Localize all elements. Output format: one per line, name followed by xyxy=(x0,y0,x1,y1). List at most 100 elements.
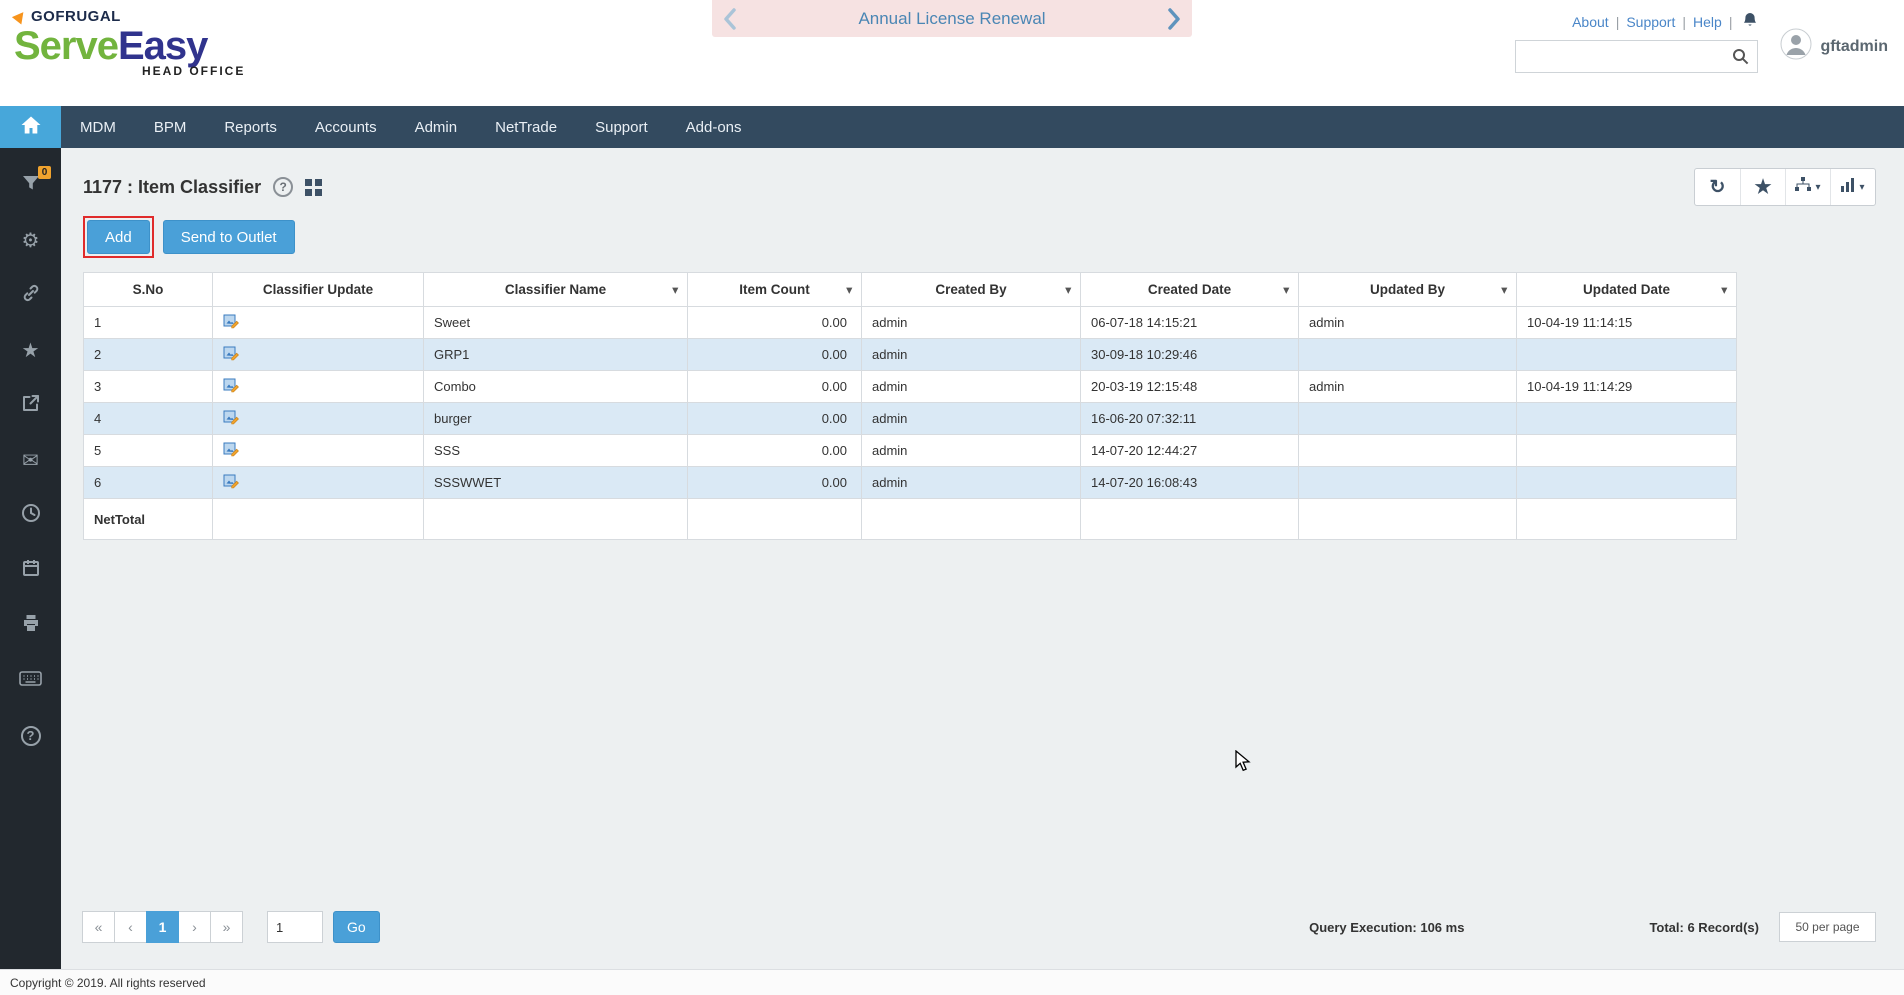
export-button[interactable] xyxy=(0,543,61,598)
sort-caret-icon[interactable]: ▾ xyxy=(1065,283,1071,296)
last-page-button[interactable]: » xyxy=(210,911,243,943)
shortcuts-button[interactable] xyxy=(0,653,61,708)
prev-page-button[interactable]: ‹ xyxy=(114,911,147,943)
classifier-update-icon[interactable] xyxy=(223,473,239,489)
gear-icon: ⚙ xyxy=(21,229,40,252)
column-label: Created Date xyxy=(1147,282,1232,297)
username-label: gftadmin xyxy=(1820,37,1888,55)
support-link[interactable]: Support xyxy=(1626,14,1675,30)
history-button[interactable] xyxy=(0,488,61,543)
sort-caret-icon[interactable]: ▾ xyxy=(1501,283,1507,296)
banner-next-icon[interactable] xyxy=(1168,7,1180,30)
cell-created-date: 16-06-20 07:32:11 xyxy=(1080,402,1299,435)
mail-button[interactable]: ✉ xyxy=(0,433,61,488)
go-button[interactable]: Go xyxy=(333,911,380,943)
brand-line: GOFRUGAL xyxy=(11,8,245,25)
wordmark-easy: Easy xyxy=(117,24,208,68)
refresh-button[interactable]: ↻ xyxy=(1695,169,1740,205)
nav-item-support[interactable]: Support xyxy=(576,106,667,148)
cell-sno: 3 xyxy=(83,370,213,403)
column-header-classifier-name[interactable]: Classifier Name ▾ xyxy=(423,272,688,307)
query-execution-label: Query Execution: 106 ms xyxy=(1309,919,1465,935)
page-grid-icon[interactable] xyxy=(305,178,323,196)
table-row[interactable]: 3 Combo 0.00 admin 20-03-19 12:15:48 adm… xyxy=(83,370,1737,403)
user-menu[interactable]: gftadmin xyxy=(1780,28,1888,65)
brand-name: GOFRUGAL xyxy=(31,8,121,25)
nav-item-nettrade[interactable]: NetTrade xyxy=(476,106,576,148)
column-header-updated-date[interactable]: Updated Date ▾ xyxy=(1516,272,1737,307)
next-page-button[interactable]: › xyxy=(178,911,211,943)
per-page-select[interactable]: 50 per page xyxy=(1779,912,1876,942)
cell-updated-date xyxy=(1516,466,1737,499)
link-separator: | xyxy=(1682,14,1687,30)
calendar-export-icon xyxy=(21,558,41,583)
home-button[interactable] xyxy=(0,106,61,148)
keyboard-icon xyxy=(19,670,42,692)
add-button[interactable]: Add xyxy=(87,220,150,254)
cell-empty xyxy=(212,498,424,540)
nav-item-admin[interactable]: Admin xyxy=(396,106,477,148)
help-link[interactable]: Help xyxy=(1693,14,1722,30)
links-button[interactable] xyxy=(0,268,61,323)
table-row[interactable]: 2 GRP1 0.00 admin 30-09-18 10:29:46 xyxy=(83,338,1737,371)
cell-created-by: admin xyxy=(861,434,1081,467)
column-header-created-date[interactable]: Created Date ▾ xyxy=(1080,272,1299,307)
current-page-button[interactable]: 1 xyxy=(146,911,179,943)
column-label: Item Count xyxy=(739,282,810,297)
classifier-update-icon[interactable] xyxy=(223,409,239,425)
column-header-item-count[interactable]: Item Count ▾ xyxy=(687,272,862,307)
nav-item-mdm[interactable]: MDM xyxy=(61,106,135,148)
link-separator: | xyxy=(1615,14,1620,30)
nav-item-bpm[interactable]: BPM xyxy=(135,106,206,148)
nav-item-addons[interactable]: Add-ons xyxy=(667,106,761,148)
cell-empty xyxy=(1298,498,1517,540)
notification-bell-icon[interactable] xyxy=(1742,12,1758,32)
banner-prev-icon[interactable] xyxy=(724,7,736,30)
page-help-icon[interactable]: ? xyxy=(273,177,294,197)
table-row[interactable]: 1 Sweet 0.00 admin 06-07-18 14:15:21 adm… xyxy=(83,306,1737,339)
top-header: GOFRUGAL ServeEasy HEAD OFFICE Annual Li… xyxy=(0,0,1904,106)
classifier-update-icon[interactable] xyxy=(223,377,239,393)
mail-icon: ✉ xyxy=(22,449,39,472)
sort-caret-icon[interactable]: ▾ xyxy=(1721,283,1727,296)
first-page-button[interactable]: « xyxy=(82,911,115,943)
classifier-update-icon[interactable] xyxy=(223,441,239,457)
banner-text[interactable]: Annual License Renewal xyxy=(736,9,1168,29)
cell-updated-by xyxy=(1298,466,1517,499)
favorite-button[interactable]: ★ xyxy=(1740,169,1785,205)
cell-updated-by: admin xyxy=(1298,370,1517,403)
sort-caret-icon[interactable]: ▾ xyxy=(846,283,852,296)
favorites-button[interactable]: ★ xyxy=(0,323,61,378)
chart-view-button[interactable]: ▾ xyxy=(1830,169,1875,205)
filter-button[interactable]: 0 xyxy=(0,158,61,213)
cell-updated-date: 10-04-19 11:14:15 xyxy=(1516,306,1737,339)
sort-caret-icon[interactable]: ▾ xyxy=(1283,283,1289,296)
share-button[interactable] xyxy=(0,378,61,433)
nav-item-accounts[interactable]: Accounts xyxy=(296,106,396,148)
search-icon[interactable] xyxy=(1732,48,1749,65)
cell-sno: 1 xyxy=(83,306,213,339)
print-button[interactable] xyxy=(0,598,61,653)
search-input[interactable] xyxy=(1524,49,1733,64)
send-to-outlet-button[interactable]: Send to Outlet xyxy=(162,220,295,254)
cell-created-date: 06-07-18 14:15:21 xyxy=(1080,306,1299,339)
column-header-updated-by[interactable]: Updated By ▾ xyxy=(1298,272,1517,307)
sitemap-icon xyxy=(1795,177,1812,197)
settings-button[interactable]: ⚙ xyxy=(0,213,61,268)
hierarchy-view-button[interactable]: ▾ xyxy=(1785,169,1830,205)
table-row[interactable]: 6 SSSWWET 0.00 admin 14-07-20 16:08:43 xyxy=(83,466,1737,499)
table-row[interactable]: 4 burger 0.00 admin 16-06-20 07:32:11 xyxy=(83,402,1737,435)
classifier-update-icon[interactable] xyxy=(223,345,239,361)
print-icon xyxy=(21,613,41,638)
bottom-bar: « ‹ 1 › » Go Query Execution: 106 ms Tot… xyxy=(82,911,1876,943)
help-button[interactable]: ? xyxy=(0,708,61,763)
cell-created-date: 20-03-19 12:15:48 xyxy=(1080,370,1299,403)
page-number-input[interactable] xyxy=(267,911,323,943)
table-row[interactable]: 5 SSS 0.00 admin 14-07-20 12:44:27 xyxy=(83,434,1737,467)
about-link[interactable]: About xyxy=(1572,14,1609,30)
cell-item-count: 0.00 xyxy=(687,306,862,339)
nav-item-reports[interactable]: Reports xyxy=(205,106,296,148)
classifier-update-icon[interactable] xyxy=(223,313,239,329)
column-header-created-by[interactable]: Created By ▾ xyxy=(861,272,1081,307)
sort-caret-icon[interactable]: ▾ xyxy=(672,283,678,296)
